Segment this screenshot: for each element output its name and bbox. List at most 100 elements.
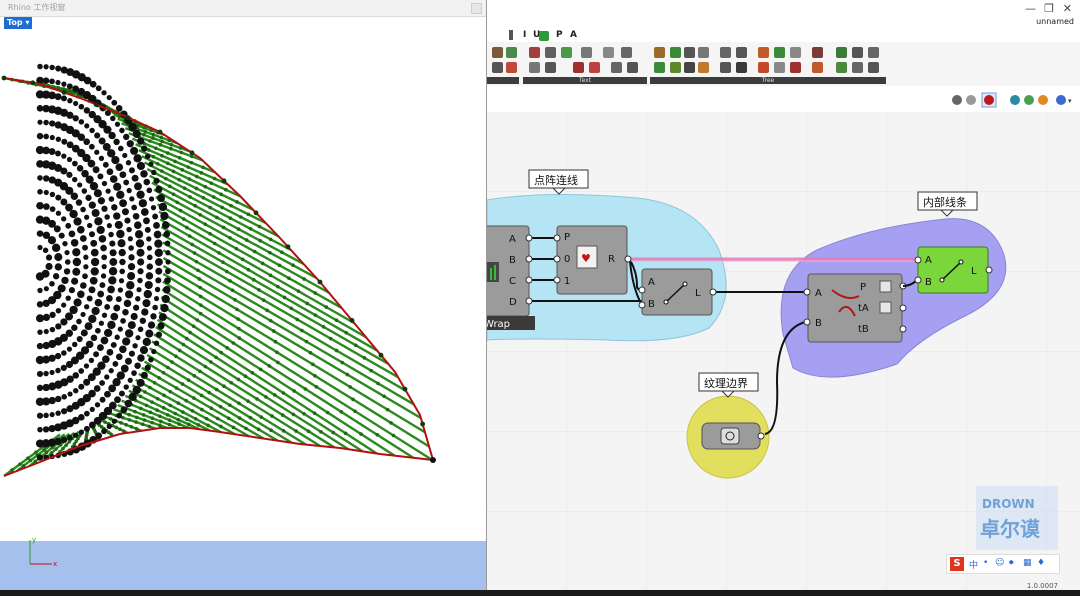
- ime-mode-icon[interactable]: 中: [969, 558, 978, 571]
- pattern-dot: [106, 223, 112, 229]
- pattern-dot: [43, 189, 49, 196]
- pattern-dot: [98, 155, 105, 161]
- preview-off-icon[interactable]: [952, 95, 962, 105]
- pattern-dot: [119, 127, 125, 134]
- pattern-dot: [103, 328, 113, 338]
- line-point: [269, 428, 273, 433]
- display-mesh-icon[interactable]: [1010, 95, 1020, 105]
- line-point: [180, 382, 185, 386]
- component-pick[interactable]: ♥ P 0 1 R: [553, 225, 632, 295]
- component-curve-intersect[interactable]: A B P tA tB: [803, 273, 907, 343]
- display-solid-icon[interactable]: [1024, 95, 1034, 105]
- ime-toolbar[interactable]: S 中 • ☺ ⏺ ▦ ♦: [946, 554, 1060, 574]
- pattern-dot: [36, 230, 44, 237]
- component-line-2[interactable]: A B L: [914, 246, 993, 294]
- line-point: [267, 364, 272, 368]
- keyboard-icon[interactable]: ▦: [1023, 558, 1032, 568]
- pattern-dot: [51, 243, 61, 252]
- tab-i[interactable]: I: [523, 30, 526, 40]
- pattern-dot: [157, 322, 165, 330]
- pattern-dot: [35, 439, 45, 448]
- flatten-icon[interactable]: [879, 280, 892, 293]
- emoji-icon[interactable]: ☺: [995, 558, 1004, 568]
- line-point: [272, 393, 277, 397]
- line-point: [158, 414, 162, 419]
- line-point: [152, 381, 157, 385]
- flatten-icon[interactable]: [879, 301, 892, 314]
- punctuation-icon[interactable]: •: [983, 558, 988, 568]
- preview-wireframe-icon[interactable]: [966, 95, 976, 105]
- pattern-dot: [100, 244, 107, 252]
- pattern-dot: [89, 406, 95, 413]
- pattern-dot: [37, 426, 43, 433]
- pattern-dot: [104, 214, 110, 220]
- viewport-label-dropdown[interactable]: Top ▾: [4, 17, 33, 29]
- ribbon-group-tree: Tree: [650, 44, 886, 84]
- line-point: [187, 422, 191, 427]
- tab-a[interactable]: A: [570, 30, 577, 40]
- pattern-dot: [120, 364, 129, 373]
- line-point: [354, 343, 358, 348]
- pattern-dot: [42, 247, 49, 254]
- boundary-point: [93, 102, 99, 107]
- sogou-icon[interactable]: S: [950, 557, 964, 571]
- svg-text:C: C: [509, 276, 516, 287]
- pattern-dot: [113, 304, 121, 312]
- taskbar: [0, 590, 1080, 596]
- ribbon-group-text-label: Text: [523, 77, 647, 84]
- rhino-viewport-window[interactable]: Rhino 工作视窗 Top ▾ y x: [0, 0, 487, 596]
- skin-icon[interactable]: ♦: [1037, 558, 1045, 568]
- preview-shaded-icon[interactable]: [984, 95, 994, 105]
- pattern-dot: [68, 230, 76, 238]
- mic-icon[interactable]: ⏺: [1009, 558, 1014, 568]
- line-point: [134, 426, 139, 431]
- pattern-dot: [128, 167, 135, 174]
- line-point: [270, 414, 274, 418]
- rhino-viewport-canvas[interactable]: [0, 0, 486, 596]
- pattern-dot: [42, 77, 50, 84]
- line-point: [160, 169, 164, 173]
- pattern-dot: [63, 268, 71, 275]
- pattern-dot: [35, 314, 45, 323]
- line-point: [211, 195, 216, 199]
- pattern-dot: [83, 138, 90, 146]
- line-point: [219, 350, 224, 355]
- minimize-icon[interactable]: —: [1025, 2, 1036, 15]
- line-point: [348, 385, 353, 389]
- pattern-dot: [136, 190, 145, 199]
- line-point: [155, 396, 160, 401]
- line-point: [300, 328, 304, 333]
- line-point: [188, 330, 192, 335]
- pattern-dot: [107, 285, 115, 294]
- line-point: [261, 298, 266, 302]
- plugin-tab-icon[interactable]: [539, 31, 549, 41]
- maximize-icon[interactable]: [471, 3, 482, 14]
- grasshopper-canvas[interactable]: 点阵连线 内部线条 纹理边界 Wrap A B C D ♥ P 0 1 R A …: [487, 112, 1080, 596]
- line-point: [150, 420, 154, 425]
- display-render-icon[interactable]: [1038, 95, 1048, 105]
- pattern-dot: [43, 133, 49, 140]
- pattern-dot: [155, 331, 162, 338]
- close-icon[interactable]: ✕: [1063, 2, 1072, 15]
- line-point: [353, 409, 357, 413]
- component-line-1[interactable]: A B L: [638, 268, 717, 316]
- line-point: [268, 237, 273, 242]
- ribbon-group-text: Text: [523, 44, 647, 84]
- line-point: [385, 407, 390, 412]
- pattern-dot: [72, 432, 79, 438]
- component-partition[interactable]: Wrap A B C D: [487, 225, 535, 330]
- display-sphere-icon[interactable]: [1056, 95, 1066, 105]
- pattern-dot: [49, 134, 55, 141]
- restore-icon[interactable]: ❐: [1044, 2, 1054, 15]
- chevron-down-icon[interactable]: ▾: [1068, 97, 1072, 105]
- component-curve-param[interactable]: [701, 422, 765, 450]
- pattern-dot: [94, 327, 101, 334]
- line-point: [236, 377, 241, 382]
- pattern-dot: [49, 120, 56, 127]
- grasshopper-window[interactable]: — ❐ ✕ unnamed I U P A Text Tree ▾ 点阵连线 内…: [487, 0, 1080, 596]
- line-point: [313, 313, 318, 317]
- line-point: [248, 415, 253, 420]
- tab-p[interactable]: P: [556, 30, 563, 40]
- pattern-dot: [117, 326, 123, 332]
- line-point: [311, 362, 315, 367]
